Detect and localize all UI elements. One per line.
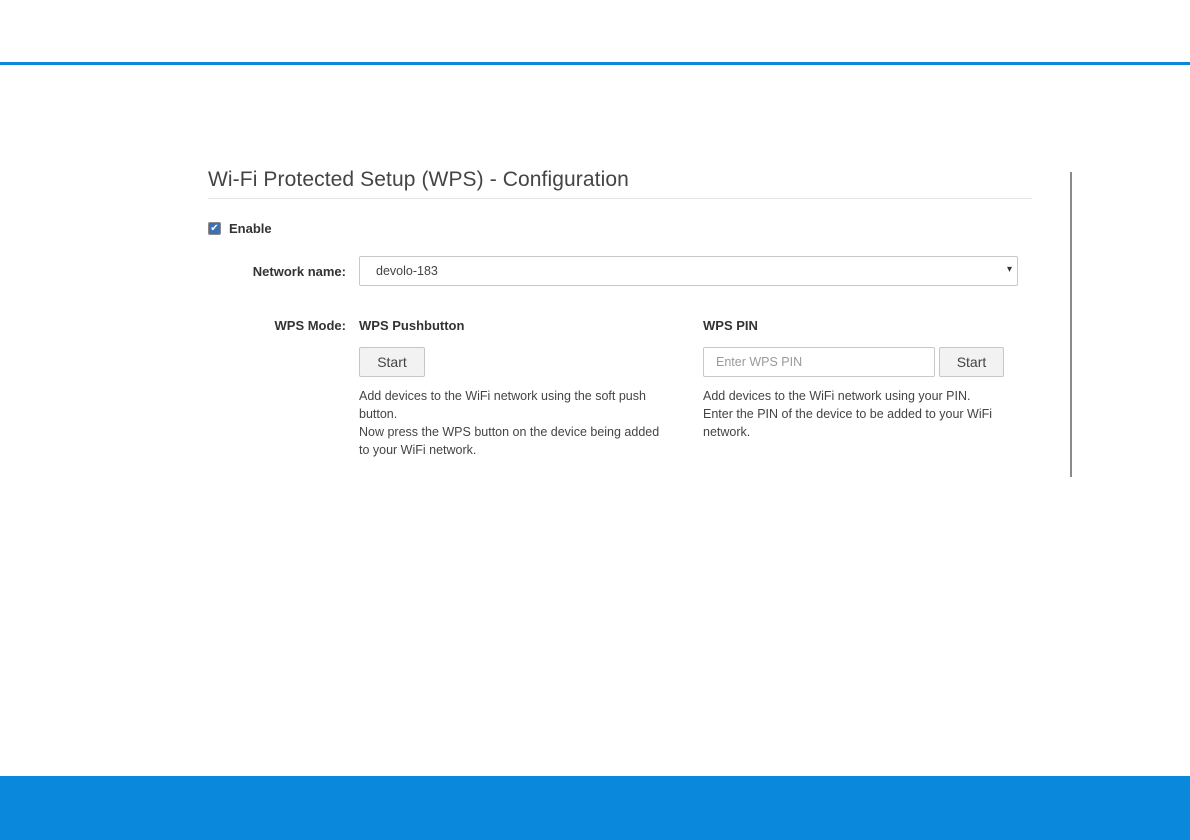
network-name-value: devolo-183 bbox=[376, 264, 438, 278]
pin-description-line: Add devices to the WiFi network using yo… bbox=[703, 389, 971, 403]
wps-pin-input[interactable]: Enter WPS PIN bbox=[703, 347, 935, 377]
wps-pushbutton-heading: WPS Pushbutton bbox=[359, 318, 465, 333]
pin-description-line: Enter the PIN of the device to be added … bbox=[703, 407, 993, 421]
pushbutton-description-line: to your WiFi network. bbox=[359, 443, 477, 457]
pin-start-button[interactable]: Start bbox=[939, 347, 1004, 377]
pin-description: Add devices to the WiFi network using yo… bbox=[703, 387, 1013, 441]
pushbutton-description-line: Now press the WPS button on the device b… bbox=[359, 425, 660, 439]
pushbutton-description-line: Add devices to the WiFi network using th… bbox=[359, 389, 646, 403]
wps-mode-label: WPS Mode: bbox=[274, 318, 347, 333]
chevron-down-icon: ▾ bbox=[1006, 264, 1012, 275]
network-name-label: Network name: bbox=[252, 264, 346, 279]
pin-description-line: network. bbox=[703, 425, 751, 439]
page: Wi-Fi Protected Setup (WPS) - Configurat… bbox=[0, 0, 1190, 840]
pushbutton-description: Add devices to the WiFi network using th… bbox=[359, 387, 679, 459]
wps-pin-heading: WPS PIN bbox=[703, 318, 758, 333]
enable-label: Enable bbox=[229, 221, 272, 236]
enable-row: ✔ Enable bbox=[208, 221, 272, 236]
network-name-select[interactable]: devolo-183 ▾ bbox=[359, 256, 1018, 286]
wps-pin-placeholder: Enter WPS PIN bbox=[716, 355, 803, 369]
title-divider bbox=[208, 198, 1032, 199]
pushbutton-start-button[interactable]: Start bbox=[359, 347, 425, 377]
pushbutton-description-line: button. bbox=[359, 407, 398, 421]
footer-bar bbox=[0, 776, 1190, 840]
header-accent-line bbox=[0, 62, 1190, 65]
panel-border bbox=[1070, 172, 1072, 477]
page-title: Wi-Fi Protected Setup (WPS) - Configurat… bbox=[208, 168, 629, 191]
enable-checkbox[interactable]: ✔ bbox=[208, 222, 221, 235]
